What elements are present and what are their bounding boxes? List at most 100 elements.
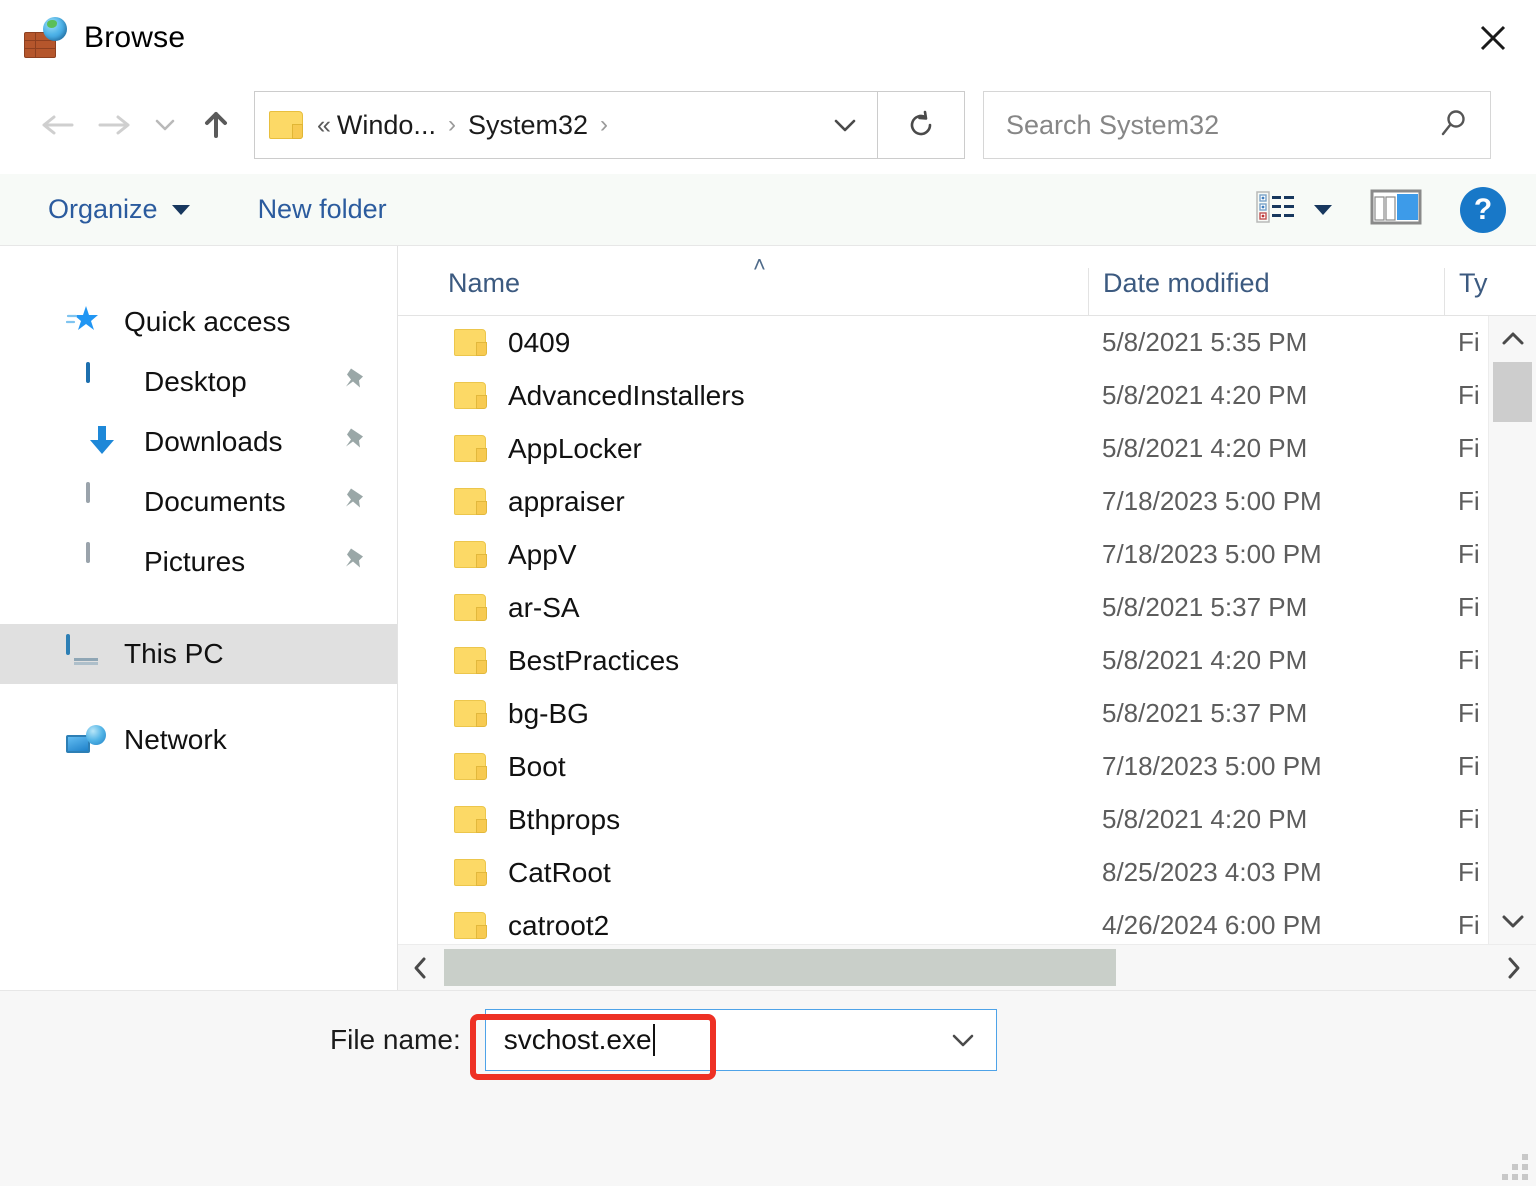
dialog-footer: File name: svchost.exe Applications (*.e…: [0, 990, 1536, 1186]
organize-button[interactable]: Organize: [48, 194, 190, 225]
row-name-cell[interactable]: bg-BG: [398, 698, 1088, 730]
breadcrumb-item-windows[interactable]: Windo...: [335, 110, 438, 141]
up-button[interactable]: [188, 97, 244, 153]
sidebar-item-network[interactable]: Network: [0, 710, 397, 770]
vertical-scroll-thumb[interactable]: [1493, 362, 1532, 422]
row-name-cell[interactable]: CatRoot: [398, 857, 1088, 889]
scroll-up-icon[interactable]: [1489, 316, 1536, 362]
folder-icon: [454, 488, 487, 515]
vertical-scroll-track[interactable]: [1489, 362, 1536, 898]
column-headers: ˄ Name Date modified Ty: [398, 246, 1536, 316]
address-bar[interactable]: « Windo... › System32 ›: [254, 91, 878, 159]
row-name-cell[interactable]: Boot: [398, 751, 1088, 783]
file-name: bg-BG: [508, 697, 589, 729]
command-bar: Organize New folder ?: [0, 174, 1536, 246]
recent-locations-icon[interactable]: [142, 97, 188, 153]
file-date: 7/18/2023 5:00 PM: [1102, 539, 1322, 569]
table-row[interactable]: AppV 7/18/2023 5:00 PM Fi: [398, 528, 1536, 581]
horizontal-scroll-thumb[interactable]: [444, 949, 1116, 986]
sidebar-item-documents[interactable]: Documents: [0, 472, 397, 532]
folder-icon: [454, 700, 487, 727]
row-name-cell[interactable]: AdvancedInstallers: [398, 380, 1088, 412]
row-name-cell[interactable]: AppV: [398, 539, 1088, 571]
sidebar-item-desktop[interactable]: Desktop: [0, 352, 397, 412]
row-name-cell[interactable]: catroot2: [398, 910, 1088, 942]
sidebar-item-downloads[interactable]: Downloads: [0, 412, 397, 472]
file-date: 7/18/2023 5:00 PM: [1102, 751, 1322, 781]
documents-icon: [86, 482, 126, 520]
row-name-cell[interactable]: appraiser: [398, 486, 1088, 518]
file-date: 5/8/2021 4:20 PM: [1102, 804, 1308, 834]
resize-grip[interactable]: [1502, 1154, 1528, 1180]
folder-icon: [454, 912, 487, 939]
search-input[interactable]: Search System32: [983, 91, 1491, 159]
row-name-cell[interactable]: 0409: [398, 327, 1088, 359]
sidebar-item-pictures[interactable]: Pictures: [0, 532, 397, 592]
file-name: catroot2: [508, 909, 610, 941]
row-name-cell[interactable]: ar-SA: [398, 592, 1088, 624]
file-date: 5/8/2021 4:20 PM: [1102, 380, 1308, 410]
vertical-scrollbar[interactable]: [1488, 316, 1536, 944]
table-row[interactable]: Boot 7/18/2023 5:00 PM Fi: [398, 740, 1536, 793]
table-row[interactable]: appraiser 7/18/2023 5:00 PM Fi: [398, 475, 1536, 528]
navigation-pane: Quick access Desktop Downloads Documents…: [0, 246, 398, 990]
desktop-icon: [86, 362, 126, 400]
column-header-date-modified[interactable]: Date modified: [1088, 268, 1444, 315]
file-name: appraiser: [508, 485, 625, 517]
row-name-cell[interactable]: Bthprops: [398, 804, 1088, 836]
table-row[interactable]: Bthprops 5/8/2021 4:20 PM Fi: [398, 793, 1536, 846]
preview-pane-button[interactable]: [1370, 187, 1422, 232]
horizontal-scrollbar[interactable]: [398, 944, 1536, 990]
address-dropdown-icon[interactable]: [813, 115, 877, 135]
new-folder-label: New folder: [257, 194, 387, 224]
search-icon[interactable]: [1438, 107, 1470, 144]
file-name: AdvancedInstallers: [508, 379, 745, 411]
table-row[interactable]: CatRoot 8/25/2023 4:03 PM Fi: [398, 846, 1536, 899]
breadcrumb-overflow[interactable]: «: [303, 111, 335, 140]
pin-icon[interactable]: [341, 485, 371, 520]
scroll-down-icon[interactable]: [1489, 898, 1536, 944]
table-row[interactable]: 0409 5/8/2021 5:35 PM Fi: [398, 316, 1536, 369]
close-icon[interactable]: [1450, 0, 1536, 76]
sidebar-item-quick-access[interactable]: Quick access: [0, 292, 397, 352]
help-button[interactable]: ?: [1460, 186, 1506, 233]
browse-file-dialog: Browse « Windo... › System32 › Search Sy…: [0, 0, 1536, 1186]
new-folder-button[interactable]: New folder: [258, 194, 387, 225]
table-row[interactable]: AdvancedInstallers 5/8/2021 4:20 PM Fi: [398, 369, 1536, 422]
horizontal-scroll-track[interactable]: [442, 945, 1492, 990]
file-name-dropdown-icon[interactable]: [930, 1030, 996, 1050]
file-name-combobox[interactable]: svchost.exe: [484, 1009, 997, 1071]
column-header-name[interactable]: Name: [398, 268, 1088, 315]
dialog-body: Quick access Desktop Downloads Documents…: [0, 246, 1536, 990]
sidebar-item-label: Downloads: [144, 426, 283, 457]
breadcrumb[interactable]: « Windo... › System32 ›: [255, 92, 813, 158]
breadcrumb-item-system32[interactable]: System32: [466, 110, 590, 141]
organize-label: Organize: [48, 194, 158, 224]
sidebar-item-label: Pictures: [144, 546, 246, 577]
back-button[interactable]: [30, 97, 86, 153]
table-row[interactable]: ar-SA 5/8/2021 5:37 PM Fi: [398, 581, 1536, 634]
column-header-type[interactable]: Ty: [1444, 268, 1536, 315]
pin-icon[interactable]: [341, 425, 371, 460]
folder-icon: [454, 435, 487, 462]
row-name-cell[interactable]: AppLocker: [398, 433, 1088, 465]
scroll-left-icon[interactable]: [398, 945, 442, 990]
file-name-input[interactable]: svchost.exe: [486, 1010, 930, 1070]
row-name-cell[interactable]: BestPractices: [398, 645, 1088, 677]
sidebar-item-this-pc[interactable]: This PC: [0, 624, 397, 684]
view-options-button[interactable]: [1256, 189, 1332, 230]
search-placeholder: Search System32: [1006, 109, 1220, 140]
table-row[interactable]: AppLocker 5/8/2021 4:20 PM Fi: [398, 422, 1536, 475]
pin-icon[interactable]: [341, 545, 371, 580]
scroll-right-icon[interactable]: [1492, 945, 1536, 990]
table-row[interactable]: BestPractices 5/8/2021 4:20 PM Fi: [398, 634, 1536, 687]
view-dropdown-icon[interactable]: [1314, 204, 1332, 215]
folder-icon: [454, 541, 487, 568]
pin-icon[interactable]: [341, 365, 371, 400]
forward-button[interactable]: [86, 97, 142, 153]
folder-icon: [269, 111, 303, 139]
refresh-button[interactable]: [877, 91, 965, 159]
table-row[interactable]: catroot2 4/26/2024 6:00 PM Fi: [398, 899, 1536, 944]
table-row[interactable]: bg-BG 5/8/2021 5:37 PM Fi: [398, 687, 1536, 740]
view-options-icon: [1256, 189, 1296, 230]
